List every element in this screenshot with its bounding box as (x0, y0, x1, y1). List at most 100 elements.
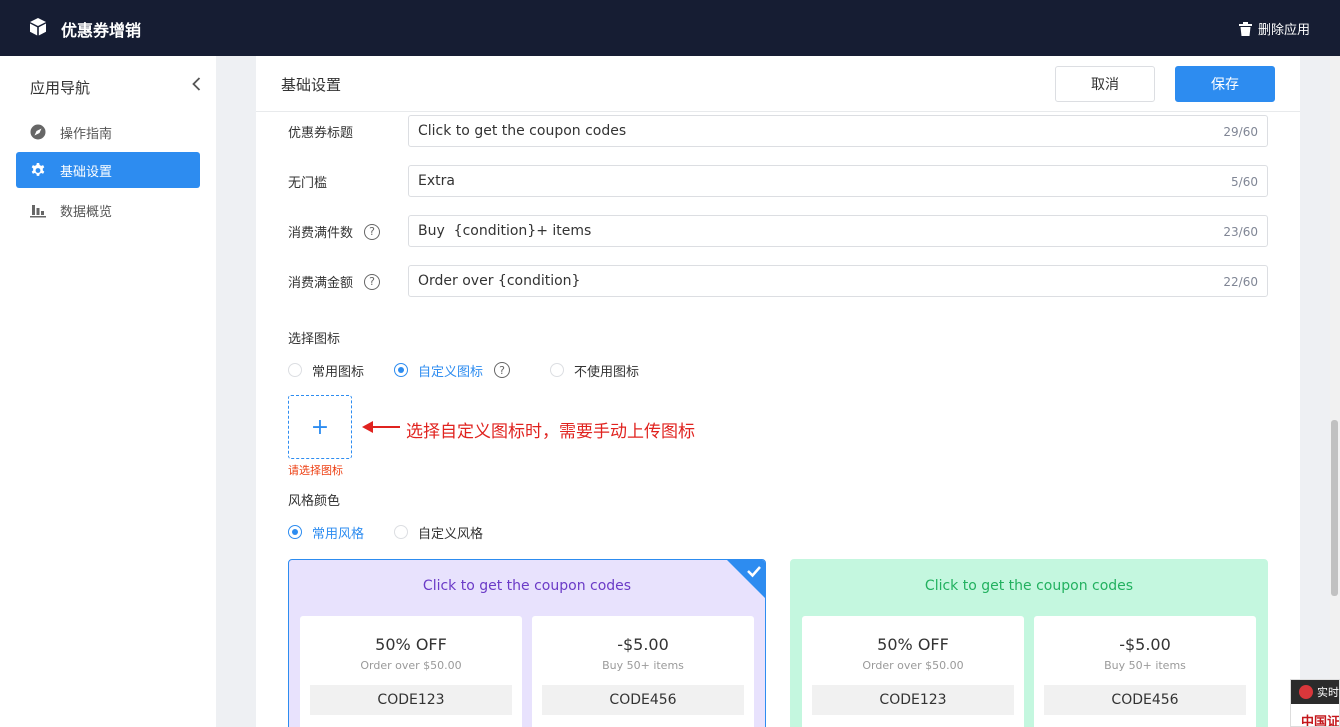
coupon-preview: -$5.00 Buy 50+ items CODE456 (532, 616, 754, 727)
form-row-min-items: 消费满件数? Buy {condition}+ items 23/60 (288, 215, 1268, 247)
coupon-condition: Order over $50.00 (862, 659, 964, 672)
help-icon[interactable]: ? (364, 273, 381, 290)
cancel-button[interactable]: 取消 (1055, 66, 1155, 102)
save-button[interactable]: 保存 (1175, 66, 1275, 102)
coupon-code: CODE456 (542, 685, 744, 715)
card-title: Click to get the coupon codes (924, 578, 1134, 594)
help-icon[interactable]: ? (494, 362, 511, 378)
radio-dot (288, 525, 302, 539)
sidebar-item-label: 操作指南 (60, 126, 113, 142)
form-row-coupon-title: 优惠券标题 Click to get the coupon codes 29/6… (288, 115, 1268, 147)
field-label-text: 无门槛 (288, 176, 328, 191)
coupon-amount: -$5.00 (1119, 635, 1171, 654)
radio-label: 常用图标 (312, 364, 365, 380)
coupon-amount: -$5.00 (617, 635, 669, 654)
field-label-text: 优惠券标题 (288, 126, 354, 141)
cube-logo-icon (30, 18, 46, 36)
style-radio-group: 常用风格 自定义风格 (288, 523, 483, 542)
help-icon[interactable]: ? (364, 223, 381, 240)
coupon-code: CODE123 (812, 685, 1014, 715)
radio-dot (394, 525, 409, 539)
radio-label: 不使用图标 (574, 364, 640, 380)
form-row-no-threshold: 无门槛 Extra 5/60 (288, 165, 1268, 197)
coupon-preview: 50% OFF Order over $50.00 CODE123 (802, 616, 1024, 727)
char-count: 22/60 (1223, 275, 1258, 289)
radio-label: 自定义图标 (418, 364, 484, 380)
chevron-left-icon[interactable] (190, 76, 204, 92)
style-card-green[interactable]: Click to get the coupon codes 50% OFF Or… (790, 559, 1268, 727)
sidebar-item-overview[interactable]: 数据概览 (16, 192, 200, 228)
top-bar: 优惠券增销 删除应用 (0, 0, 1340, 56)
field-label: 消费满金额? (288, 272, 381, 291)
sidebar: 应用导航 操作指南 基础设置 数据概览 (0, 56, 216, 727)
min-items-input[interactable]: Buy {condition}+ items 23/60 (408, 215, 1268, 247)
coupon-code: CODE456 (1044, 685, 1246, 715)
radio-dot (288, 363, 302, 377)
field-label: 消费满件数? (288, 222, 381, 241)
annotation-text: 选择自定义图标时，需要手动上传图标 (406, 422, 695, 442)
input-value: Click to get the coupon codes (418, 123, 627, 139)
style-card-purple[interactable]: Click to get the coupon codes 50% OFF Or… (288, 559, 766, 727)
radio-custom-style[interactable]: 自定义风格 (394, 523, 483, 542)
input-value: Extra (418, 173, 455, 189)
plus-icon: + (310, 414, 330, 440)
radio-common-style[interactable]: 常用风格 (288, 523, 364, 542)
sidebar-item-label: 数据概览 (60, 204, 113, 220)
input-value: Buy {condition}+ items (418, 223, 592, 239)
arrow-left-icon (362, 421, 400, 433)
icon-upload-button[interactable]: + (288, 395, 352, 459)
icon-radio-group: 常用图标 自定义图标 ? 不使用图标 (288, 361, 639, 380)
char-count: 23/60 (1223, 225, 1258, 239)
sidebar-item-label: 基础设置 (60, 164, 113, 180)
bar-chart-icon (30, 202, 46, 218)
min-amount-input[interactable]: Order over {condition} 22/60 (408, 265, 1268, 297)
coupon-condition: Buy 50+ items (1104, 659, 1186, 672)
red-dot-icon (1299, 685, 1313, 699)
main-panel: 基础设置 取消 保存 优惠券标题 Click to get the coupon… (256, 56, 1300, 727)
radio-label: 自定义风格 (418, 526, 484, 542)
icon-section-label: 选择图标 (288, 332, 341, 347)
no-threshold-input[interactable]: Extra 5/60 (408, 165, 1268, 197)
corner-widget-top-text: 实时 (1317, 686, 1339, 699)
radio-label: 常用风格 (312, 526, 365, 542)
coupon-code: CODE123 (310, 685, 512, 715)
radio-custom-icon[interactable]: 自定义图标 (394, 361, 483, 380)
coupon-preview: -$5.00 Buy 50+ items CODE456 (1034, 616, 1256, 727)
scrollbar-thumb[interactable] (1331, 420, 1338, 596)
gear-icon (30, 162, 46, 178)
radio-dot (394, 363, 409, 377)
form-row-min-amount: 消费满金额? Order over {condition} 22/60 (288, 265, 1268, 297)
corner-widget-header: 实时 (1291, 680, 1339, 704)
sidebar-item-settings[interactable]: 基础设置 (16, 152, 200, 188)
coupon-condition: Order over $50.00 (360, 659, 462, 672)
sidebar-item-guide[interactable]: 操作指南 (16, 114, 200, 150)
scrollbar-track[interactable] (1330, 56, 1340, 727)
delete-app-button[interactable]: 删除应用 (1238, 19, 1310, 38)
corner-widget[interactable]: 实时 中国证 (1290, 679, 1340, 727)
field-label-text: 消费满金额 (288, 276, 354, 291)
coupon-condition: Buy 50+ items (602, 659, 684, 672)
coupon-amount: 50% OFF (375, 635, 447, 654)
field-label: 优惠券标题 (288, 122, 353, 141)
radio-dot (550, 363, 565, 377)
page-title: 基础设置 (281, 76, 342, 94)
trash-icon (1238, 21, 1252, 36)
coupon-amount: 50% OFF (877, 635, 949, 654)
field-label-text: 消费满件数 (288, 226, 354, 241)
radio-common-icon[interactable]: 常用图标 (288, 361, 364, 380)
upload-error-text: 请选择图标 (288, 464, 343, 477)
style-section-label: 风格颜色 (288, 494, 341, 509)
delete-app-label: 删除应用 (1257, 23, 1310, 38)
checkmark-icon (727, 560, 765, 598)
coupon-preview: 50% OFF Order over $50.00 CODE123 (300, 616, 522, 727)
char-count: 5/60 (1231, 175, 1258, 189)
card-title: Click to get the coupon codes (422, 578, 632, 594)
char-count: 29/60 (1223, 125, 1258, 139)
radio-no-icon[interactable]: 不使用图标 (550, 361, 639, 380)
sidebar-title: 应用导航 (30, 79, 91, 97)
corner-widget-text: 中国证 (1301, 715, 1340, 727)
coupon-title-input[interactable]: Click to get the coupon codes 29/60 (408, 115, 1268, 147)
page-header: 基础设置 取消 保存 (256, 56, 1300, 112)
field-label: 无门槛 (288, 172, 327, 191)
input-value: Order over {condition} (418, 273, 581, 289)
